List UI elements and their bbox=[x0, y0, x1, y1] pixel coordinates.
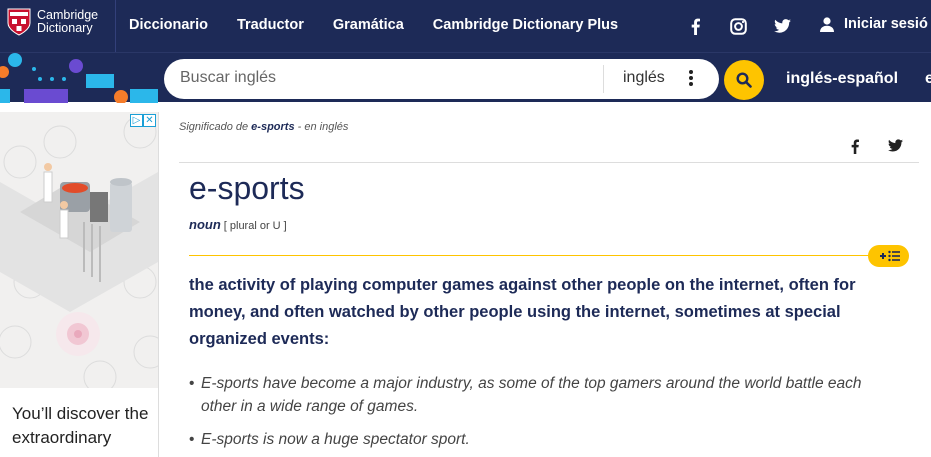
breadcrumb-prefix: Significado de bbox=[179, 121, 252, 133]
nav-traductor[interactable]: Traductor bbox=[237, 17, 304, 33]
ad-image bbox=[0, 112, 158, 388]
login-link[interactable]: Iniciar sesió bbox=[820, 16, 928, 32]
cambridge-shield-icon bbox=[7, 8, 31, 36]
nav-divider bbox=[115, 0, 116, 52]
facebook-icon[interactable] bbox=[684, 16, 706, 36]
example-bullet: • bbox=[189, 375, 195, 392]
ad-text: You’ll discover the extraordinary measur… bbox=[12, 404, 149, 457]
logo-text: Cambridge Dictionary bbox=[37, 9, 98, 35]
dictionary-link-next[interactable]: e bbox=[925, 70, 931, 88]
top-navigation-bar: Cambridge Dictionary Diccionario Traduct… bbox=[0, 0, 931, 52]
login-label: Iniciar sesió bbox=[844, 16, 928, 32]
sense-divider bbox=[189, 255, 872, 256]
decorative-pattern bbox=[0, 53, 158, 103]
breadcrumb: Significado de e-sports - en inglés bbox=[179, 121, 348, 133]
ad-info-icon[interactable]: ▷ bbox=[130, 114, 143, 127]
search-icon bbox=[736, 72, 752, 88]
dictionary-link-ingles-espanol[interactable]: inglés-español bbox=[786, 70, 898, 88]
add-to-word-list-button[interactable] bbox=[868, 245, 909, 267]
twitter-icon[interactable] bbox=[771, 16, 793, 36]
definition: the activity of playing computer games a… bbox=[189, 276, 856, 348]
search-box: inglés bbox=[164, 59, 719, 99]
nav-gramatica[interactable]: Gramática bbox=[333, 17, 404, 33]
user-icon bbox=[820, 16, 834, 32]
search-button[interactable] bbox=[724, 60, 764, 100]
part-of-speech-line: noun[ plural or U ] bbox=[189, 217, 287, 232]
logo-line-2: Dictionary bbox=[37, 21, 93, 35]
search-input[interactable] bbox=[180, 69, 600, 87]
example-sentence: • E-sports is now a huge spectator sport… bbox=[189, 428, 899, 451]
advertisement[interactable]: ▷ ✕ You’ll discover the extraordinary me… bbox=[0, 112, 159, 457]
part-of-speech: noun bbox=[189, 217, 221, 232]
breadcrumb-suffix: - en inglés bbox=[294, 121, 349, 133]
search-strip: inglés inglés-español e bbox=[0, 52, 931, 103]
headword: e-sports bbox=[189, 170, 305, 206]
instagram-icon[interactable] bbox=[727, 16, 749, 36]
example-bullet: • bbox=[189, 431, 195, 448]
ad-close-icon[interactable]: ✕ bbox=[143, 114, 156, 127]
grammar-label: [ plural or U ] bbox=[223, 220, 287, 232]
example-text: E-sports is now a huge spectator sport. bbox=[201, 431, 470, 448]
breadcrumb-word: e-sports bbox=[251, 121, 295, 133]
language-select[interactable]: inglés bbox=[623, 69, 665, 87]
more-options-icon[interactable] bbox=[688, 69, 694, 87]
example-text: E-sports have become a major industry, a… bbox=[201, 375, 862, 415]
add-to-list-icon bbox=[879, 250, 900, 262]
header-divider bbox=[179, 162, 919, 163]
ad-choices-badge[interactable]: ▷ ✕ bbox=[130, 114, 156, 127]
share-facebook-icon[interactable] bbox=[851, 139, 859, 159]
example-sentence: • E-sports have become a major industry,… bbox=[189, 372, 899, 418]
main-nav: Diccionario Traductor Gramática Cambridg… bbox=[129, 17, 647, 33]
cambridge-logo[interactable]: Cambridge Dictionary bbox=[7, 8, 98, 36]
search-separator bbox=[603, 65, 604, 93]
share-twitter-icon[interactable] bbox=[888, 139, 903, 157]
nav-dictionary-plus[interactable]: Cambridge Dictionary Plus bbox=[433, 17, 618, 33]
nav-diccionario[interactable]: Diccionario bbox=[129, 17, 208, 33]
